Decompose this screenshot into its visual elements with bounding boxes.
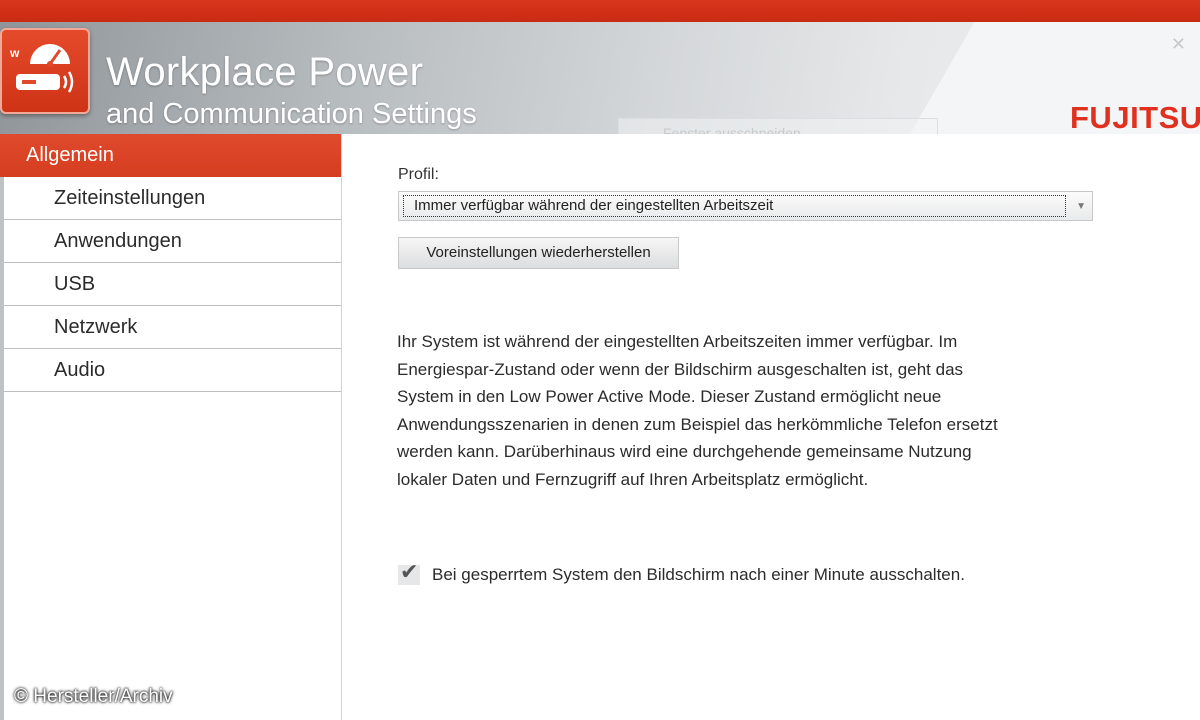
fujitsu-logo: FUJITSU	[1070, 100, 1200, 134]
screen-off-option: ✔ Bei gesperrtem System den Bildschirm n…	[398, 559, 965, 588]
app-subtitle: and Communication Settings	[106, 98, 477, 130]
description-line: System in den Low Power Active Mode. Die…	[397, 387, 942, 407]
description-line: lokaler Daten und Fernzugriff auf Ihren …	[397, 469, 869, 489]
top-accent-bar	[0, 0, 1200, 22]
image-credit: © Hersteller/Archiv	[14, 686, 173, 707]
sidebar-item-usb[interactable]: USB	[4, 263, 341, 306]
ghost-snip-window: Fenster ausschneiden	[618, 118, 938, 134]
sidebar-item-allgemein[interactable]: Allgemein	[0, 134, 341, 177]
main-panel: Profil: Immer verfügbar während der eing…	[342, 134, 1200, 720]
description-line: werden kann. Darüberhinaus wird eine dur…	[397, 442, 972, 462]
profile-select[interactable]: Immer verfügbar während der eingestellte…	[398, 191, 1093, 221]
screen-off-checkbox[interactable]: ✔	[398, 559, 420, 585]
sidebar-item-anwendungen[interactable]: Anwendungen	[4, 220, 341, 263]
profile-label: Profil:	[398, 166, 439, 183]
checkmark-icon: ✔	[400, 559, 419, 584]
sidebar-item-audio[interactable]: Audio	[4, 349, 341, 392]
reset-defaults-button[interactable]: Voreinstellungen wiederherstellen	[398, 237, 679, 269]
profile-description: Ihr System ist während der eingestellten…	[397, 328, 1107, 494]
sidebar-item-zeiteinstellungen[interactable]: Zeiteinstellungen	[4, 177, 341, 220]
app-title: Workplace Power	[106, 50, 424, 94]
app-header: ✕ w Workplace Power and Communication Se…	[0, 22, 1200, 134]
chevron-down-icon[interactable]: ▼	[1076, 201, 1086, 212]
description-line: Ihr System ist während der eingestellten…	[397, 332, 958, 351]
close-icon[interactable]: ✕	[1171, 34, 1186, 55]
description-line: Anwendungsszenarien in denen zum Beispie…	[397, 414, 998, 434]
screen-off-checkbox-label[interactable]: Bei gesperrtem System den Bildschirm nac…	[432, 565, 965, 585]
sidebar-item-netzwerk[interactable]: Netzwerk	[4, 306, 341, 349]
description-line: Energiespar-Zustand oder wenn der Bildsc…	[397, 359, 964, 379]
profile-select-value: Immer verfügbar während der eingestellte…	[403, 195, 1066, 217]
sidebar: Allgemein Zeiteinstellungen Anwendungen …	[0, 134, 342, 720]
app-logo-icon: w	[0, 28, 90, 114]
